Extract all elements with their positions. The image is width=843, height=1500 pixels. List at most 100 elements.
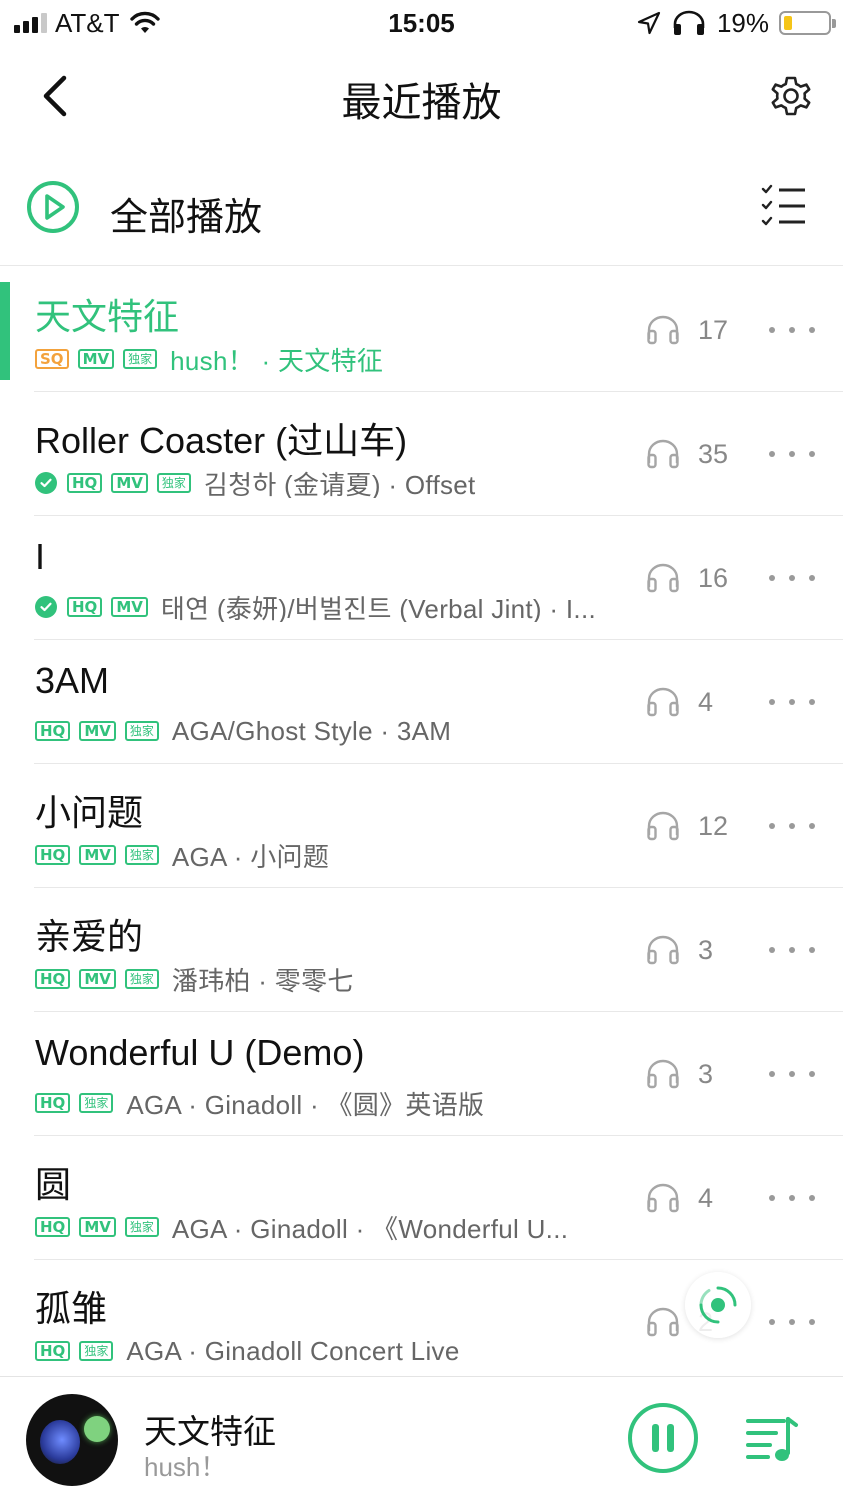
song-subtitle: HQ MV 独家 AGA/Ghost Style · 3AM bbox=[35, 716, 451, 746]
song-row[interactable]: 圆 HQ MV 独家 AGA · Ginadoll · 《Wonderful U... 4 bbox=[0, 1136, 843, 1260]
settings-button[interactable] bbox=[763, 68, 819, 124]
gear-icon bbox=[771, 76, 811, 116]
quality-badge: HQ bbox=[35, 845, 71, 865]
headphones-icon bbox=[647, 439, 679, 469]
song-artist-album: AGA/Ghost Style · 3AM bbox=[171, 716, 452, 746]
quality-badge: HQ bbox=[35, 721, 71, 741]
play-count-value: 16 bbox=[698, 562, 729, 593]
more-options-icon[interactable] bbox=[769, 1186, 815, 1210]
album-cover[interactable] bbox=[26, 1394, 118, 1486]
locate-current-icon bbox=[699, 1286, 737, 1324]
page-title: 最近播放 bbox=[341, 81, 502, 125]
song-row[interactable]: 3AM HQ MV 独家 AGA/Ghost Style · 3AM 4 bbox=[0, 640, 843, 764]
quality-badge: 独家 bbox=[124, 845, 159, 865]
pause-circle-icon[interactable] bbox=[626, 1401, 700, 1475]
quality-badge: MV bbox=[77, 349, 115, 369]
quality-badge: SQ bbox=[35, 349, 69, 369]
song-title[interactable]: 圆 bbox=[35, 1156, 71, 1208]
now-playing-artist[interactable]: hush！ bbox=[144, 1447, 226, 1484]
song-row[interactable]: Wonderful U (Demo) HQ 独家 AGA · Ginadoll · 《… bbox=[0, 1012, 843, 1136]
song-artist-album: AGA · Ginadoll Concert Live bbox=[126, 1336, 460, 1366]
song-subtitle: HQ MV 独家 潘玮柏 · 零零七 bbox=[35, 964, 354, 994]
play-count: 35 bbox=[646, 436, 728, 472]
song-title[interactable]: I bbox=[35, 536, 45, 578]
quality-badge: HQ bbox=[35, 1093, 71, 1113]
song-title[interactable]: 亲爱的 bbox=[35, 908, 143, 960]
play-count-value: 3 bbox=[698, 1058, 714, 1089]
song-artist-album: 潘玮柏 · 零零七 bbox=[171, 965, 354, 995]
song-title[interactable]: Roller Coaster (过山车) bbox=[35, 412, 407, 464]
song-subtitle: HQ MV 태연 (泰妍)/버벌진트 (Verbal Jint) · I... bbox=[35, 592, 596, 622]
battery-fill bbox=[784, 16, 792, 30]
song-title[interactable]: 孤雏 bbox=[35, 1280, 107, 1332]
play-count-value: 4 bbox=[698, 1182, 714, 1213]
play-count: 17 bbox=[646, 312, 728, 348]
headphones-icon bbox=[647, 315, 679, 345]
play-count-value: 3 bbox=[698, 934, 714, 965]
song-title[interactable]: 小问题 bbox=[35, 784, 143, 836]
play-count: 16 bbox=[646, 560, 728, 596]
headphones-icon bbox=[647, 687, 679, 717]
song-subtitle: HQ 独家 AGA · Ginadoll Concert Live bbox=[35, 1336, 460, 1366]
quality-badge: 独家 bbox=[156, 473, 191, 493]
song-row[interactable]: 亲爱的 HQ MV 独家 潘玮柏 · 零零七 3 bbox=[0, 888, 843, 1012]
status-right: 19% bbox=[637, 8, 836, 38]
quality-badge: HQ bbox=[35, 1341, 71, 1361]
play-count: 12 bbox=[646, 808, 728, 844]
list-select-icon[interactable] bbox=[759, 180, 809, 234]
more-options-icon[interactable] bbox=[769, 814, 815, 838]
song-row[interactable]: Roller Coaster (过山车) HQ MV 独家 김청하 (金请夏) · Of… bbox=[0, 392, 843, 516]
headphones-icon bbox=[647, 811, 679, 841]
quality-badge: MV bbox=[79, 721, 116, 741]
now-playing-title[interactable]: 天文特征 bbox=[144, 1405, 276, 1453]
song-list[interactable]: 天文特征 SQ MV 独家 hush！ · 天文特征 17 Roller Coaster (… bbox=[0, 268, 843, 1374]
song-artist-album: AGA · Ginadoll · 《Wonderful U... bbox=[171, 1213, 569, 1243]
play-all-row[interactable]: 全部播放 bbox=[0, 154, 843, 266]
quality-badge: 独家 bbox=[79, 1093, 114, 1113]
mini-player[interactable]: 天文特征 hush！ bbox=[0, 1376, 843, 1500]
song-title[interactable]: 3AM bbox=[35, 660, 109, 702]
nav-bar: 最近播放 bbox=[0, 46, 843, 146]
playlist-icon[interactable] bbox=[744, 1413, 800, 1465]
song-subtitle: SQ MV 独家 hush！ · 天文特征 bbox=[35, 344, 383, 374]
play-count: 4 bbox=[646, 684, 713, 720]
quality-badge: MV bbox=[79, 845, 116, 865]
more-options-icon[interactable] bbox=[769, 938, 815, 962]
quality-badge: MV bbox=[79, 969, 116, 989]
more-options-icon[interactable] bbox=[769, 318, 815, 342]
play-count: 4 bbox=[646, 1180, 713, 1216]
song-artist-album: 태연 (泰妍)/버벌진트 (Verbal Jint) · I... bbox=[160, 593, 596, 623]
headphones-icon bbox=[647, 935, 679, 965]
play-count-value: 17 bbox=[698, 314, 729, 345]
quality-badge: HQ bbox=[35, 1217, 71, 1237]
location-arrow-icon bbox=[637, 11, 661, 35]
play-circle-icon[interactable] bbox=[26, 180, 80, 234]
quality-badge: MV bbox=[111, 597, 148, 617]
more-options-icon[interactable] bbox=[769, 1062, 815, 1086]
song-title[interactable]: Wonderful U (Demo) bbox=[35, 1032, 364, 1074]
play-all-label[interactable]: 全部播放 bbox=[110, 186, 262, 241]
quality-badge: 独家 bbox=[123, 349, 158, 369]
song-row[interactable]: I HQ MV 태연 (泰妍)/버벌진트 (Verbal Jint) · I... 16 bbox=[0, 516, 843, 640]
headphones-icon bbox=[647, 563, 679, 593]
downloaded-check-icon bbox=[35, 472, 57, 494]
song-subtitle: HQ MV 独家 김청하 (金请夏) · Offset bbox=[35, 468, 476, 498]
quality-badge: MV bbox=[79, 1217, 116, 1237]
song-row[interactable]: 小问题 HQ MV 独家 AGA · 小问题 12 bbox=[0, 764, 843, 888]
song-row[interactable]: 天文特征 SQ MV 独家 hush！ · 天文特征 17 bbox=[0, 268, 843, 392]
song-subtitle: HQ MV 独家 AGA · 小问题 bbox=[35, 840, 329, 870]
play-count: 3 bbox=[646, 932, 713, 968]
quality-badge: 独家 bbox=[124, 1217, 159, 1237]
headphones-icon bbox=[673, 10, 705, 35]
more-options-icon[interactable] bbox=[769, 566, 815, 590]
status-bar: AT&T 15:05 19% bbox=[0, 0, 843, 46]
more-options-icon[interactable] bbox=[769, 1310, 815, 1334]
quality-badge: HQ bbox=[67, 473, 103, 493]
more-options-icon[interactable] bbox=[769, 690, 815, 714]
locate-current-button[interactable] bbox=[685, 1272, 751, 1338]
downloaded-check-icon bbox=[35, 596, 57, 618]
song-title[interactable]: 天文特征 bbox=[35, 288, 179, 340]
more-options-icon[interactable] bbox=[769, 442, 815, 466]
now-playing-indicator bbox=[0, 282, 10, 380]
quality-badge: HQ bbox=[35, 969, 71, 989]
